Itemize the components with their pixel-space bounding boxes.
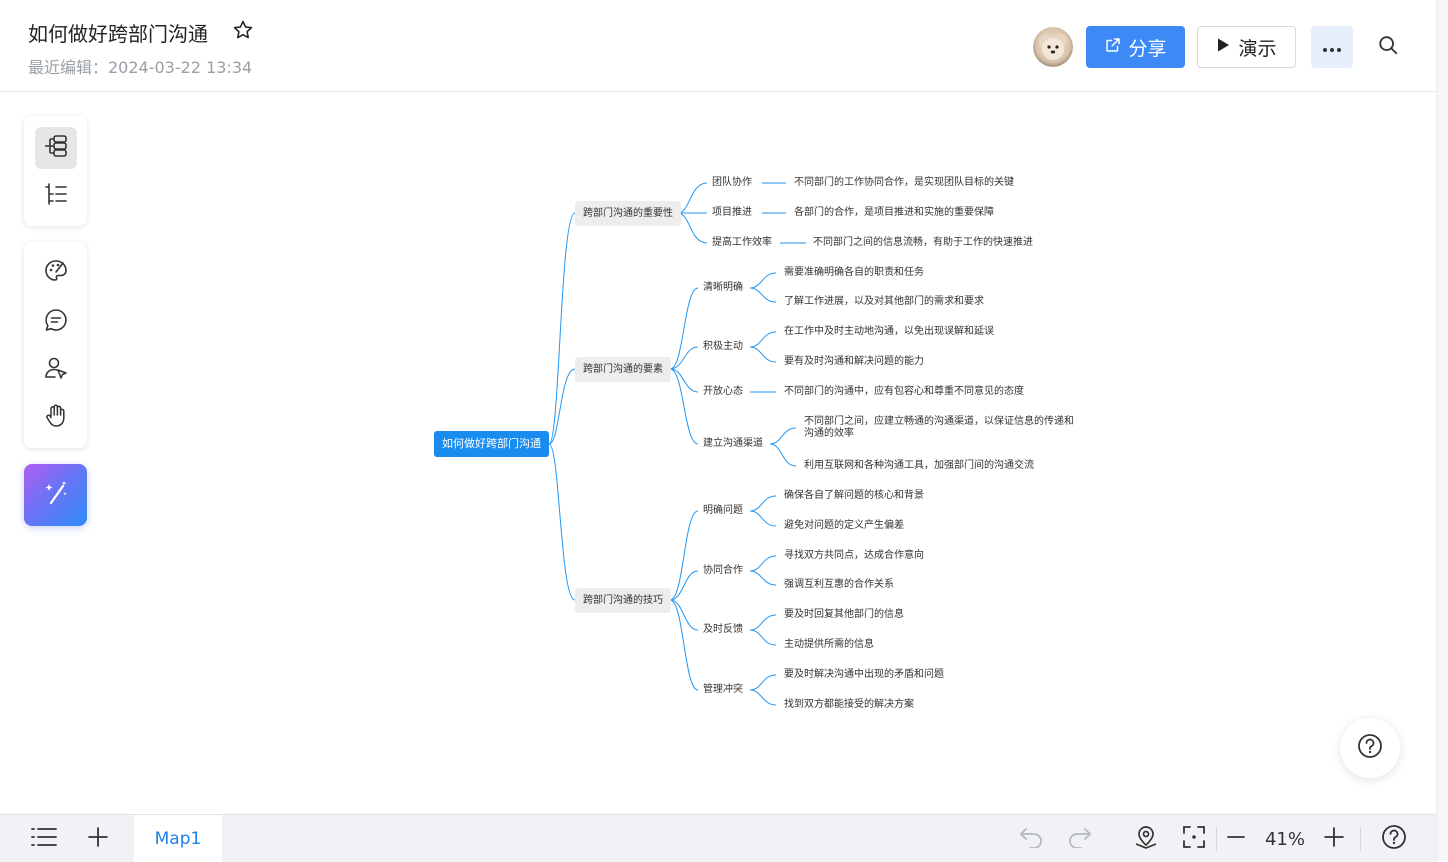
mindmap-detail-node[interactable]: 不同部门之间的信息流畅，有助于工作的快速推进 xyxy=(813,237,1033,249)
list-icon xyxy=(31,827,57,851)
mindmap-detail-node[interactable]: 不同部门的工作协同合作，是实现团队目标的关键 xyxy=(794,177,1014,189)
mindmap-detail-node[interactable]: 在工作中及时主动地沟通，以免出现误解和延误 xyxy=(784,326,994,338)
mindmap-detail-node[interactable]: 确保各自了解问题的核心和背景 xyxy=(784,490,924,502)
add-sheet-button[interactable] xyxy=(82,823,114,855)
divider xyxy=(1360,827,1361,851)
mindmap-subtopic-node[interactable]: 管理冲突 xyxy=(703,684,743,696)
mindmap-detail-node[interactable]: 要及时解决沟通中出现的矛盾和问题 xyxy=(784,669,944,681)
mindmap-subtopic-node[interactable]: 开放心态 xyxy=(703,386,743,398)
mindmap-subtopic-node[interactable]: 明确问题 xyxy=(703,505,743,517)
mindmap-detail-node[interactable]: 避免对问题的定义产生偏差 xyxy=(784,520,904,532)
mindmap-root-node[interactable]: 如何做好跨部门沟通 xyxy=(434,431,549,457)
mindmap-detail-node[interactable]: 各部门的合作，是项目推进和实施的重要保障 xyxy=(794,207,994,219)
sheet-tab-map1[interactable]: Map1 xyxy=(134,815,222,862)
mindmap-subtopic-node[interactable]: 协同合作 xyxy=(703,565,743,577)
mindmap-detail-node[interactable]: 寻找双方共同点，达成合作意向 xyxy=(784,550,924,562)
mindmap-detail-node[interactable]: 要有及时沟通和解决问题的能力 xyxy=(784,356,924,368)
fit-view-button[interactable] xyxy=(1178,823,1210,855)
mindmap-branch-node[interactable]: 跨部门沟通的要素 xyxy=(575,357,671,382)
minus-icon xyxy=(1226,827,1246,851)
help-button[interactable] xyxy=(1340,718,1400,778)
undo-button[interactable] xyxy=(1015,823,1047,855)
sheet-list-button[interactable] xyxy=(28,823,60,855)
mindmap-connectors xyxy=(548,182,806,706)
focus-frame-icon xyxy=(1182,825,1206,853)
mindmap-subtopic-node[interactable]: 提高工作效率 xyxy=(712,237,772,249)
mindmap-canvas: 如何做好跨部门沟通 跨部门沟通的重要性 跨部门沟通的要素 跨部门沟通的技巧 团队… xyxy=(0,0,1448,861)
locate-button[interactable] xyxy=(1130,823,1162,855)
zoom-in-button[interactable] xyxy=(1318,823,1350,855)
help-bottom-button[interactable] xyxy=(1378,823,1410,855)
mindmap-detail-node[interactable]: 要及时回复其他部门的信息 xyxy=(784,609,904,621)
mindmap-subtopic-node[interactable]: 项目推进 xyxy=(712,207,752,219)
mindmap-detail-node[interactable]: 找到双方都能接受的解决方案 xyxy=(784,699,914,711)
location-pin-icon xyxy=(1133,824,1159,854)
bottom-bar: Map1 41% xyxy=(0,814,1436,862)
mindmap-detail-node[interactable]: 利用互联网和各种沟通工具，加强部门间的沟通交流 xyxy=(804,460,1034,472)
mindmap-subtopic-node[interactable]: 积极主动 xyxy=(703,341,743,353)
mindmap-branch-node[interactable]: 跨部门沟通的重要性 xyxy=(575,201,681,226)
mindmap-subtopic-node[interactable]: 及时反馈 xyxy=(703,624,743,636)
mindmap-detail-node[interactable]: 不同部门的沟通中，应有包容心和尊重不同意见的态度 xyxy=(784,386,1024,398)
plus-icon xyxy=(1324,827,1344,851)
plus-icon xyxy=(88,827,108,851)
mindmap-subtopic-node[interactable]: 清晰明确 xyxy=(703,282,743,294)
divider xyxy=(1216,827,1217,851)
mindmap-subtopic-node[interactable]: 团队协作 xyxy=(712,177,752,189)
mindmap-detail-node[interactable]: 强调互利互惠的合作关系 xyxy=(784,579,894,591)
redo-button[interactable] xyxy=(1064,823,1096,855)
redo-icon xyxy=(1067,826,1093,852)
mindmap-detail-node[interactable]: 需要准确明确各自的职责和任务 xyxy=(784,267,924,279)
zoom-level[interactable]: 41% xyxy=(1260,829,1310,850)
mindmap-detail-node[interactable]: 主动提供所需的信息 xyxy=(784,639,874,651)
mindmap-branch-node[interactable]: 跨部门沟通的技巧 xyxy=(575,588,671,613)
vertical-scrollbar[interactable] xyxy=(1436,0,1448,861)
undo-icon xyxy=(1018,826,1044,852)
help-icon xyxy=(1381,824,1407,854)
mindmap-detail-node[interactable]: 不同部门之间，应建立畅通的沟通渠道，以保证信息的传递和沟通的效率 xyxy=(804,416,1080,440)
help-icon xyxy=(1357,733,1383,763)
zoom-out-button[interactable] xyxy=(1220,823,1252,855)
mindmap-subtopic-node[interactable]: 建立沟通渠道 xyxy=(703,438,763,450)
mindmap-detail-node[interactable]: 了解工作进展，以及对其他部门的需求和要求 xyxy=(784,296,984,308)
